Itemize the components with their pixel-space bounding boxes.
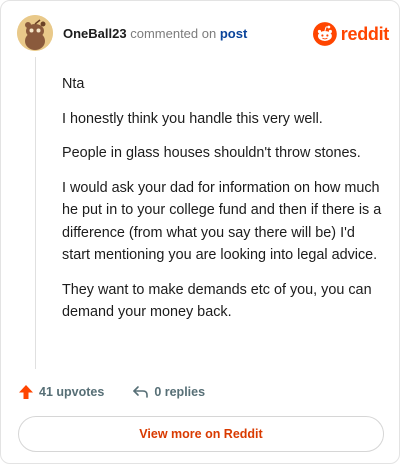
comment-embed-card: OneBall23 commented on post reddit Nta I… — [0, 0, 400, 464]
snoo-avatar-icon — [17, 15, 53, 51]
thread-line — [35, 57, 36, 369]
upvote-count: 41 upvotes — [39, 385, 105, 399]
post-link[interactable]: post — [220, 26, 247, 41]
reply-arrow-icon — [133, 386, 149, 398]
comment-paragraph: I would ask your dad for information on … — [62, 179, 382, 264]
commented-on-text: commented on — [130, 26, 217, 41]
username-link[interactable]: OneBall23 — [63, 26, 127, 41]
reddit-wordmark: reddit — [340, 23, 390, 44]
comment-paragraph: People in glass houses shouldn't throw s… — [62, 145, 361, 161]
upvote-arrow-icon — [19, 385, 33, 399]
reddit-logo[interactable]: reddit — [313, 21, 389, 47]
comment-paragraph: They want to make demands etc of you, yo… — [62, 281, 372, 321]
avatar[interactable] — [17, 15, 53, 51]
comment-actions: 41 upvotes 0 replies — [18, 382, 205, 402]
replies-button[interactable]: 0 replies — [132, 385, 205, 399]
view-more-button[interactable]: View more on Reddit — [18, 416, 384, 452]
reddit-snoo-icon — [313, 22, 337, 46]
comment-paragraph: Nta — [62, 76, 85, 92]
comment-body: Nta I honestly think you handle this ver… — [62, 73, 384, 336]
comment-header: OneBall23 commented on post — [63, 26, 247, 41]
reply-count: 0 replies — [154, 385, 206, 399]
comment-paragraph: I honestly think you handle this very we… — [62, 110, 323, 127]
upvote-button[interactable]: 41 upvotes — [18, 384, 104, 400]
